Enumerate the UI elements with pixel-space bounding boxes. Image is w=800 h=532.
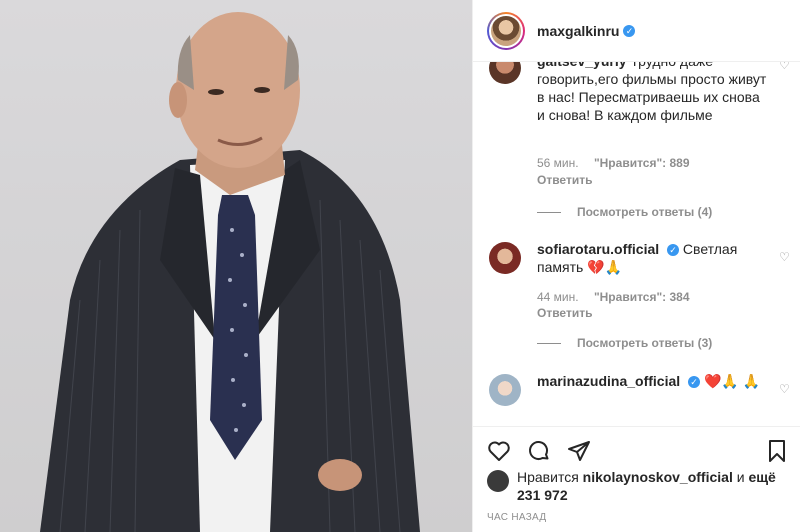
liked-by-summary: Нравится nikolaynoskov_official и ещё 23… xyxy=(487,468,787,504)
divider-line xyxy=(537,342,561,344)
comment-username[interactable]: marinazudina_official xyxy=(537,373,680,389)
verified-badge-icon: ✓ xyxy=(667,244,680,256)
divider-line xyxy=(537,211,561,213)
view-replies-label: Посмотреть ответы (4) xyxy=(577,205,713,219)
author-avatar[interactable] xyxy=(487,11,525,50)
like-heart-icon[interactable] xyxy=(487,439,511,463)
post-header: maxgalkinru ✓ xyxy=(473,0,800,62)
comments-list[interactable]: gaitsev_yuriy Трудно даже говорить,его ф… xyxy=(473,62,800,426)
comment-text: Трудно даже говорить,его фильмы просто ж… xyxy=(537,62,767,123)
comment-avatar[interactable] xyxy=(489,374,521,406)
comment-like-heart-icon[interactable]: ♡ xyxy=(779,250,791,264)
post-photo[interactable] xyxy=(0,0,472,532)
comment-avatar[interactable] xyxy=(489,242,521,274)
liked-by-joiner: и xyxy=(736,469,745,485)
comment-time: 56 мин. xyxy=(537,156,579,170)
comment-avatar[interactable] xyxy=(489,62,521,84)
comment-like-heart-icon[interactable]: ♡ xyxy=(779,382,791,396)
post-timestamp[interactable]: ЧАС НАЗАД xyxy=(487,512,546,523)
post-sidebar: maxgalkinru ✓ gaitsev_yuriy Трудно даже … xyxy=(472,0,800,532)
comment-like-heart-icon[interactable]: ♡ xyxy=(779,62,791,72)
comment-bubble-icon[interactable] xyxy=(527,439,551,463)
comment-time: 44 мин. xyxy=(537,290,579,304)
liker-avatar[interactable] xyxy=(487,470,509,492)
comment-text: ❤️🙏 🙏 xyxy=(703,373,761,389)
share-direct-icon[interactable] xyxy=(567,439,591,463)
comment-likes-count[interactable]: "Нравится": 384 xyxy=(594,290,690,304)
view-replies-label: Посмотреть ответы (3) xyxy=(577,336,713,350)
author-username[interactable]: maxgalkinru xyxy=(537,23,619,39)
portrait-photo-icon xyxy=(40,12,420,532)
verified-badge-icon: ✓ xyxy=(623,24,636,37)
comment-reply-button[interactable]: Ответить xyxy=(537,173,592,188)
view-replies-button[interactable]: Посмотреть ответы (4) xyxy=(537,205,712,219)
comment-username[interactable]: sofiarotaru.official xyxy=(537,241,659,257)
liked-by-prefix: Нравится xyxy=(517,469,579,485)
liker-username[interactable]: nikolaynoskov_official xyxy=(583,469,733,485)
view-replies-button[interactable]: Посмотреть ответы (3) xyxy=(537,336,712,350)
bookmark-save-icon[interactable] xyxy=(765,439,789,463)
comment-reply-button[interactable]: Ответить xyxy=(537,306,592,321)
verified-badge-icon: ✓ xyxy=(688,376,701,388)
comment-username[interactable]: gaitsev_yuriy xyxy=(537,62,627,69)
comment-likes-count[interactable]: "Нравится": 889 xyxy=(594,156,690,170)
